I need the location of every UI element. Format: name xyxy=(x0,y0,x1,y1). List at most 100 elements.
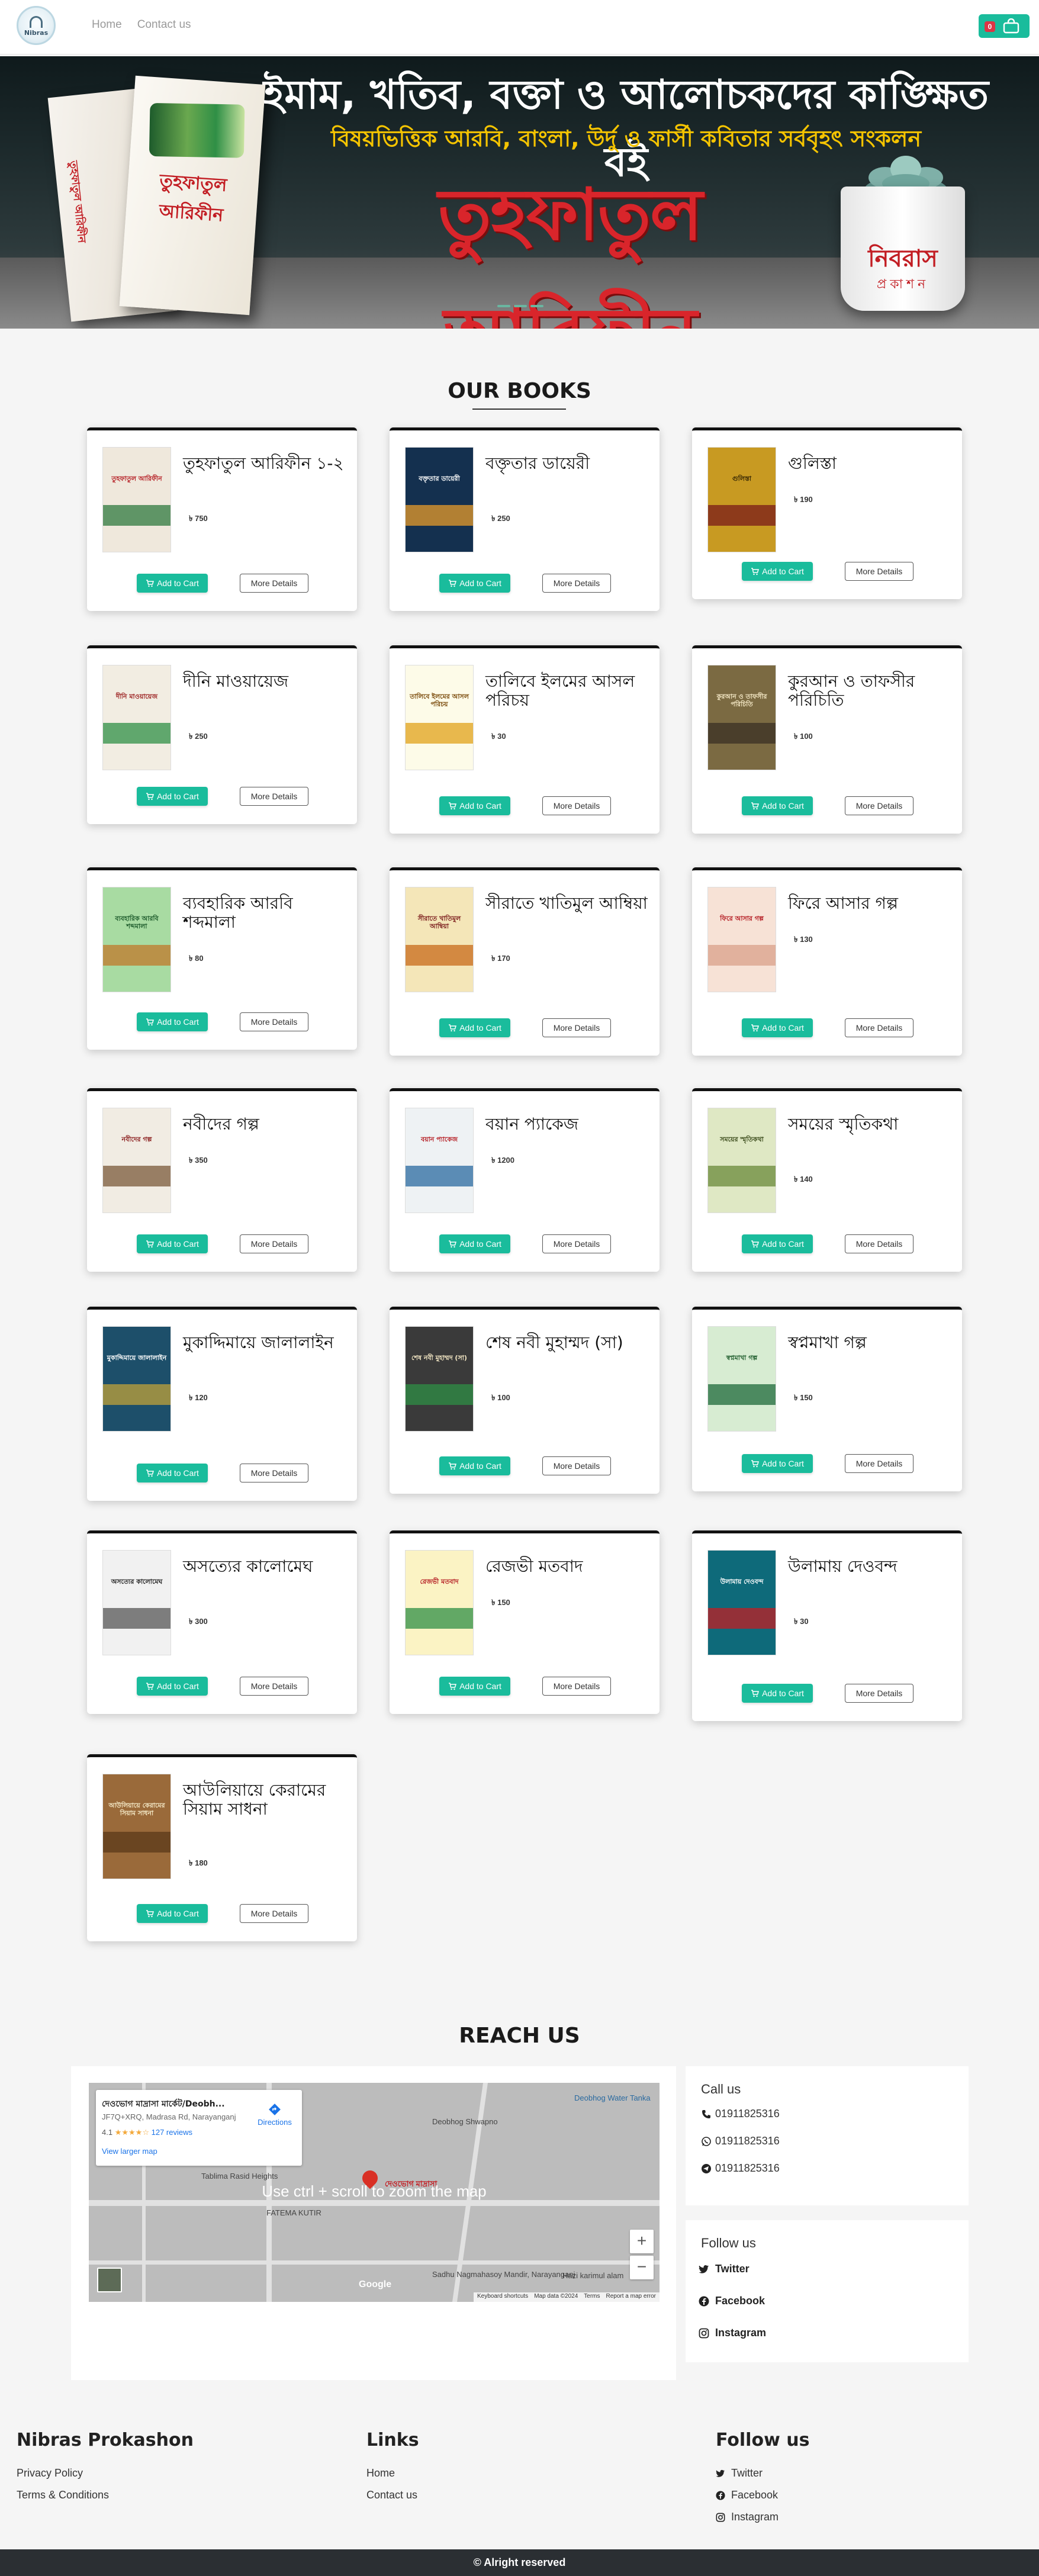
book-cover-image[interactable]: আউলিয়ায়ে কেরামের সিয়াম সাধনা xyxy=(102,1774,171,1879)
add-to-cart-button[interactable]: Add to Cart xyxy=(439,1677,510,1696)
add-to-cart-button[interactable]: Add to Cart xyxy=(439,1018,510,1037)
book-cover-image[interactable]: নবীদের গল্প xyxy=(102,1108,171,1213)
add-to-cart-button[interactable]: Add to Cart xyxy=(742,562,813,581)
add-to-cart-button[interactable]: Add to Cart xyxy=(137,1904,208,1923)
book-cover-image[interactable]: বক্তৃতার ডায়েরী xyxy=(405,447,474,552)
footer-instagram-link[interactable]: Instagram xyxy=(716,2506,809,2528)
book-cover-image[interactable]: সময়ের স্মৃতিকথা xyxy=(707,1108,776,1213)
add-to-cart-button[interactable]: Add to Cart xyxy=(137,1012,208,1031)
add-to-cart-button[interactable]: Add to Cart xyxy=(439,1234,510,1253)
add-to-cart-button[interactable]: Add to Cart xyxy=(137,574,208,593)
more-details-button[interactable]: More Details xyxy=(845,1234,913,1253)
book-title[interactable]: উলামায় দেওবন্দ xyxy=(788,1556,954,1576)
book-cover-image[interactable]: তুহফাতুল আরিফীন xyxy=(102,447,171,552)
twitter-link[interactable]: Twitter xyxy=(699,2263,750,2275)
book-title[interactable]: ব্যবহারিক আরবি শব্দমালা xyxy=(183,893,349,932)
more-details-button[interactable]: More Details xyxy=(240,1234,308,1253)
book-title[interactable]: স্বপ্নমাখা গল্প xyxy=(788,1333,954,1352)
site-logo[interactable]: Nibras xyxy=(17,6,56,45)
book-title[interactable]: সময়ের স্মৃতিকথা xyxy=(788,1114,954,1134)
google-map[interactable]: দেওভোগ মাদ্রাসা মার্কেট/Deobh... JF7Q+XR… xyxy=(89,2083,660,2302)
book-title[interactable]: মুকাদ্দিমায়ে জালালাইন xyxy=(183,1333,349,1352)
book-cover-image[interactable]: সীরাতে খাতিমুল আম্বিয়া xyxy=(405,887,474,992)
view-larger-map-link[interactable]: View larger map xyxy=(102,2147,157,2156)
whatsapp-line[interactable]: 01911825316 xyxy=(701,2135,780,2147)
zoom-out-button[interactable]: − xyxy=(630,2256,654,2279)
book-cover-image[interactable]: উলামায় দেওবন্দ xyxy=(707,1550,776,1655)
zoom-in-button[interactable]: + xyxy=(630,2230,654,2253)
more-details-button[interactable]: More Details xyxy=(240,1677,308,1696)
book-cover-image[interactable]: গুলিস্তা xyxy=(707,447,776,552)
more-details-button[interactable]: More Details xyxy=(542,1234,611,1253)
book-cover-image[interactable]: শেষ নবী মুহাম্মদ (সা) xyxy=(405,1326,474,1432)
book-title[interactable]: তুহফাতুল আরিফীন ১-২ xyxy=(183,454,349,473)
book-cover-image[interactable]: মুকাদ্দিমায়ে জালালাইন xyxy=(102,1326,171,1432)
telegram-line[interactable]: 01911825316 xyxy=(701,2162,780,2175)
more-details-button[interactable]: More Details xyxy=(240,1904,308,1923)
book-title[interactable]: তালিবে ইলমের আসল পরিচয় xyxy=(485,671,651,710)
add-to-cart-button[interactable]: Add to Cart xyxy=(742,1684,813,1703)
map-reviews-link[interactable]: 127 reviews xyxy=(152,2128,192,2137)
nav-link-contact[interactable]: Contact us xyxy=(137,18,191,31)
add-to-cart-button[interactable]: Add to Cart xyxy=(439,574,510,593)
footer-twitter-link[interactable]: Twitter xyxy=(716,2462,809,2484)
add-to-cart-button[interactable]: Add to Cart xyxy=(742,1234,813,1253)
book-title[interactable]: গুলিস্তা xyxy=(788,454,954,473)
book-title[interactable]: দীনি মাওয়ায়েজ xyxy=(183,671,349,691)
footer-link-terms[interactable]: Terms & Conditions xyxy=(17,2484,194,2506)
add-to-cart-button[interactable]: Add to Cart xyxy=(137,1464,208,1482)
book-title[interactable]: রেজভী মতবাদ xyxy=(485,1556,651,1576)
book-title[interactable]: শেষ নবী মুহাম্মদ (সা) xyxy=(485,1333,651,1352)
facebook-link[interactable]: Facebook xyxy=(699,2295,765,2307)
book-title[interactable]: বয়ান প্যাকেজ xyxy=(485,1114,651,1134)
map-layer-toggle[interactable] xyxy=(97,2268,122,2292)
more-details-button[interactable]: More Details xyxy=(542,574,611,593)
more-details-button[interactable]: More Details xyxy=(240,1012,308,1031)
more-details-button[interactable]: More Details xyxy=(845,796,913,815)
book-cover-image[interactable]: দীনি মাওয়ায়েজ xyxy=(102,665,171,770)
book-title[interactable]: ফিরে আসার গল্প xyxy=(788,893,954,913)
more-details-button[interactable]: More Details xyxy=(240,1464,308,1482)
instagram-link[interactable]: Instagram xyxy=(699,2327,766,2339)
more-details-button[interactable]: More Details xyxy=(845,1454,913,1473)
add-to-cart-button[interactable]: Add to Cart xyxy=(439,1456,510,1475)
more-details-button[interactable]: More Details xyxy=(542,1018,611,1037)
more-details-button[interactable]: More Details xyxy=(542,1677,611,1696)
slider-indicator[interactable] xyxy=(514,305,527,307)
add-to-cart-button[interactable]: Add to Cart xyxy=(137,787,208,806)
directions-button[interactable]: Directions xyxy=(257,2103,292,2127)
book-cover-image[interactable]: ফিরে আসার গল্প xyxy=(707,887,776,992)
book-cover-image[interactable]: কুরআন ও তাফসীর পরিচিতি xyxy=(707,665,776,770)
more-details-button[interactable]: More Details xyxy=(845,562,913,581)
add-to-cart-button[interactable]: Add to Cart xyxy=(439,796,510,815)
book-cover-image[interactable]: বয়ান প্যাকেজ xyxy=(405,1108,474,1213)
book-cover-image[interactable]: স্বপ্নমাখা গল্প xyxy=(707,1326,776,1432)
phone-line[interactable]: 01911825316 xyxy=(701,2108,780,2120)
more-details-button[interactable]: More Details xyxy=(542,1456,611,1475)
slider-indicator[interactable] xyxy=(530,305,543,307)
more-details-button[interactable]: More Details xyxy=(240,574,308,593)
footer-link-home[interactable]: Home xyxy=(366,2462,419,2484)
more-details-button[interactable]: More Details xyxy=(542,796,611,815)
cart-button[interactable]: 0 xyxy=(979,14,1030,38)
footer-facebook-link[interactable]: Facebook xyxy=(716,2484,809,2506)
book-cover-image[interactable]: ব্যবহারিক আরবি শব্দমালা xyxy=(102,887,171,992)
footer-link-privacy[interactable]: Privacy Policy xyxy=(17,2462,194,2484)
footer-link-contact[interactable]: Contact us xyxy=(366,2484,419,2506)
add-to-cart-button[interactable]: Add to Cart xyxy=(742,796,813,815)
map-terms[interactable]: Terms xyxy=(584,2293,600,2301)
map-report-error[interactable]: Report a map error xyxy=(606,2293,656,2301)
add-to-cart-button[interactable]: Add to Cart xyxy=(137,1677,208,1696)
more-details-button[interactable]: More Details xyxy=(845,1018,913,1037)
add-to-cart-button[interactable]: Add to Cart xyxy=(742,1454,813,1473)
nav-link-home[interactable]: Home xyxy=(92,18,122,31)
book-title[interactable]: আউলিয়ায়ে কেরামের সিয়াম সাধনা xyxy=(183,1780,349,1819)
add-to-cart-button[interactable]: Add to Cart xyxy=(742,1018,813,1037)
map-keyboard-shortcuts[interactable]: Keyboard shortcuts xyxy=(477,2293,528,2301)
more-details-button[interactable]: More Details xyxy=(845,1684,913,1703)
add-to-cart-button[interactable]: Add to Cart xyxy=(137,1234,208,1253)
slider-indicator[interactable] xyxy=(497,305,510,307)
book-cover-image[interactable]: রেজভী মতবাদ xyxy=(405,1550,474,1655)
book-title[interactable]: নবীদের গল্প xyxy=(183,1114,349,1134)
book-cover-image[interactable]: তালিবে ইলমের আসল পরিচয় xyxy=(405,665,474,770)
